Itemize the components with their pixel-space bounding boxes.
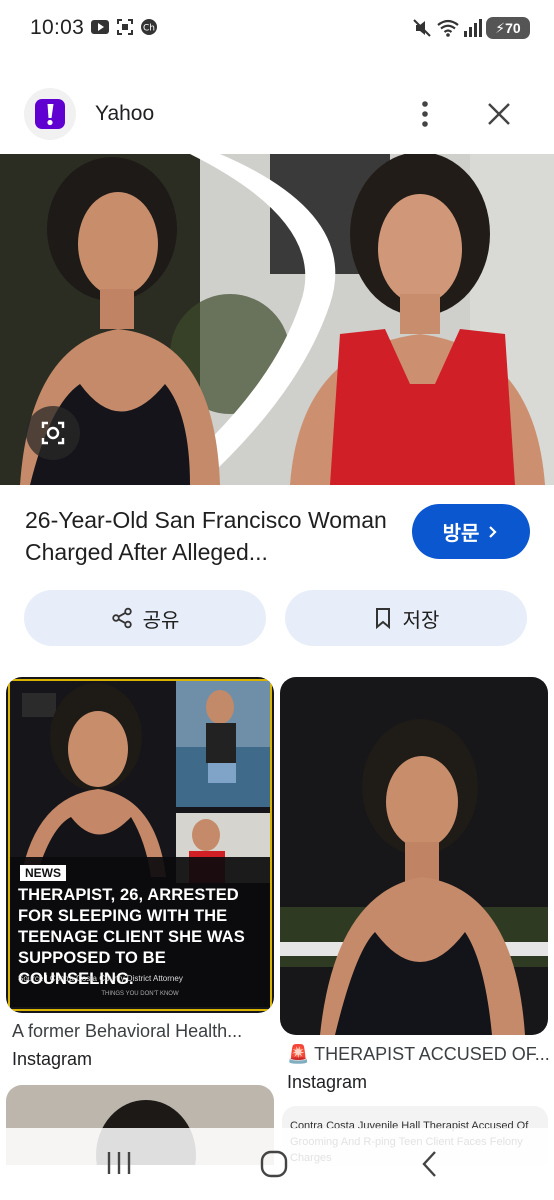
close-icon[interactable]: [485, 98, 513, 130]
news-source-line: Source | Contra Costa County District At…: [18, 974, 183, 983]
result-caption[interactable]: 🚨 THERAPIST ACCUSED OF...: [287, 1044, 549, 1065]
share-label: 공유: [142, 609, 180, 632]
back-icon[interactable]: [417, 1148, 443, 1180]
status-bar: 10:03 Ch ⚡70: [0, 0, 554, 58]
exclamation-icon: [47, 104, 54, 126]
chevron-right-icon: [489, 525, 497, 538]
news-tag: NEWS: [20, 865, 66, 881]
bookmark-icon: [375, 608, 390, 629]
battery-icon: ⚡70: [486, 17, 530, 39]
wifi-icon: [437, 19, 459, 37]
signal-icon: [464, 19, 482, 37]
google-lens-button[interactable]: [26, 406, 80, 460]
share-icon: [111, 607, 132, 629]
hero-photo-composite: [0, 154, 554, 485]
save-button[interactable]: 저장: [285, 590, 527, 646]
hero-image[interactable]: [0, 154, 554, 485]
visit-button[interactable]: 방문: [412, 504, 530, 559]
recent-apps-icon[interactable]: [104, 1148, 134, 1178]
result-caption[interactable]: A former Behavioral Health...: [12, 1021, 272, 1042]
visit-label: 방문: [442, 523, 480, 545]
system-nav-bar: [0, 1128, 554, 1200]
ch-badge-icon: Ch: [141, 19, 157, 35]
result-card-image[interactable]: NEWS THERAPIST, 26, ARRESTED FOR SLEEPIN…: [6, 677, 274, 1013]
mute-icon: [413, 19, 431, 37]
youtube-icon: [91, 20, 109, 34]
result-card-image[interactable]: [280, 677, 548, 1035]
more-vert-icon[interactable]: [414, 98, 436, 130]
svg-text:Ch: Ch: [143, 24, 155, 34]
result-title[interactable]: 26-Year-Old San Francisco Woman Charged …: [25, 504, 395, 568]
save-label: 저장: [402, 609, 440, 632]
yahoo-logo-icon[interactable]: [24, 88, 76, 140]
result-source[interactable]: Instagram: [12, 1049, 92, 1070]
app-name: Yahoo: [95, 102, 155, 125]
share-button[interactable]: 공유: [24, 590, 266, 646]
app-header: Yahoo: [0, 58, 554, 154]
news-footer-line: THINGS YOU DON'T KNOW: [101, 991, 179, 997]
home-icon[interactable]: [258, 1148, 290, 1180]
portrait-image: [280, 677, 548, 1035]
yahoo-logo-badge: [35, 99, 65, 129]
result-source[interactable]: Instagram: [287, 1072, 367, 1093]
lens-icon: [41, 421, 65, 445]
status-time: 10:03: [30, 16, 85, 39]
screenshot-icon: [117, 19, 133, 35]
battery-level: 70: [505, 20, 521, 36]
